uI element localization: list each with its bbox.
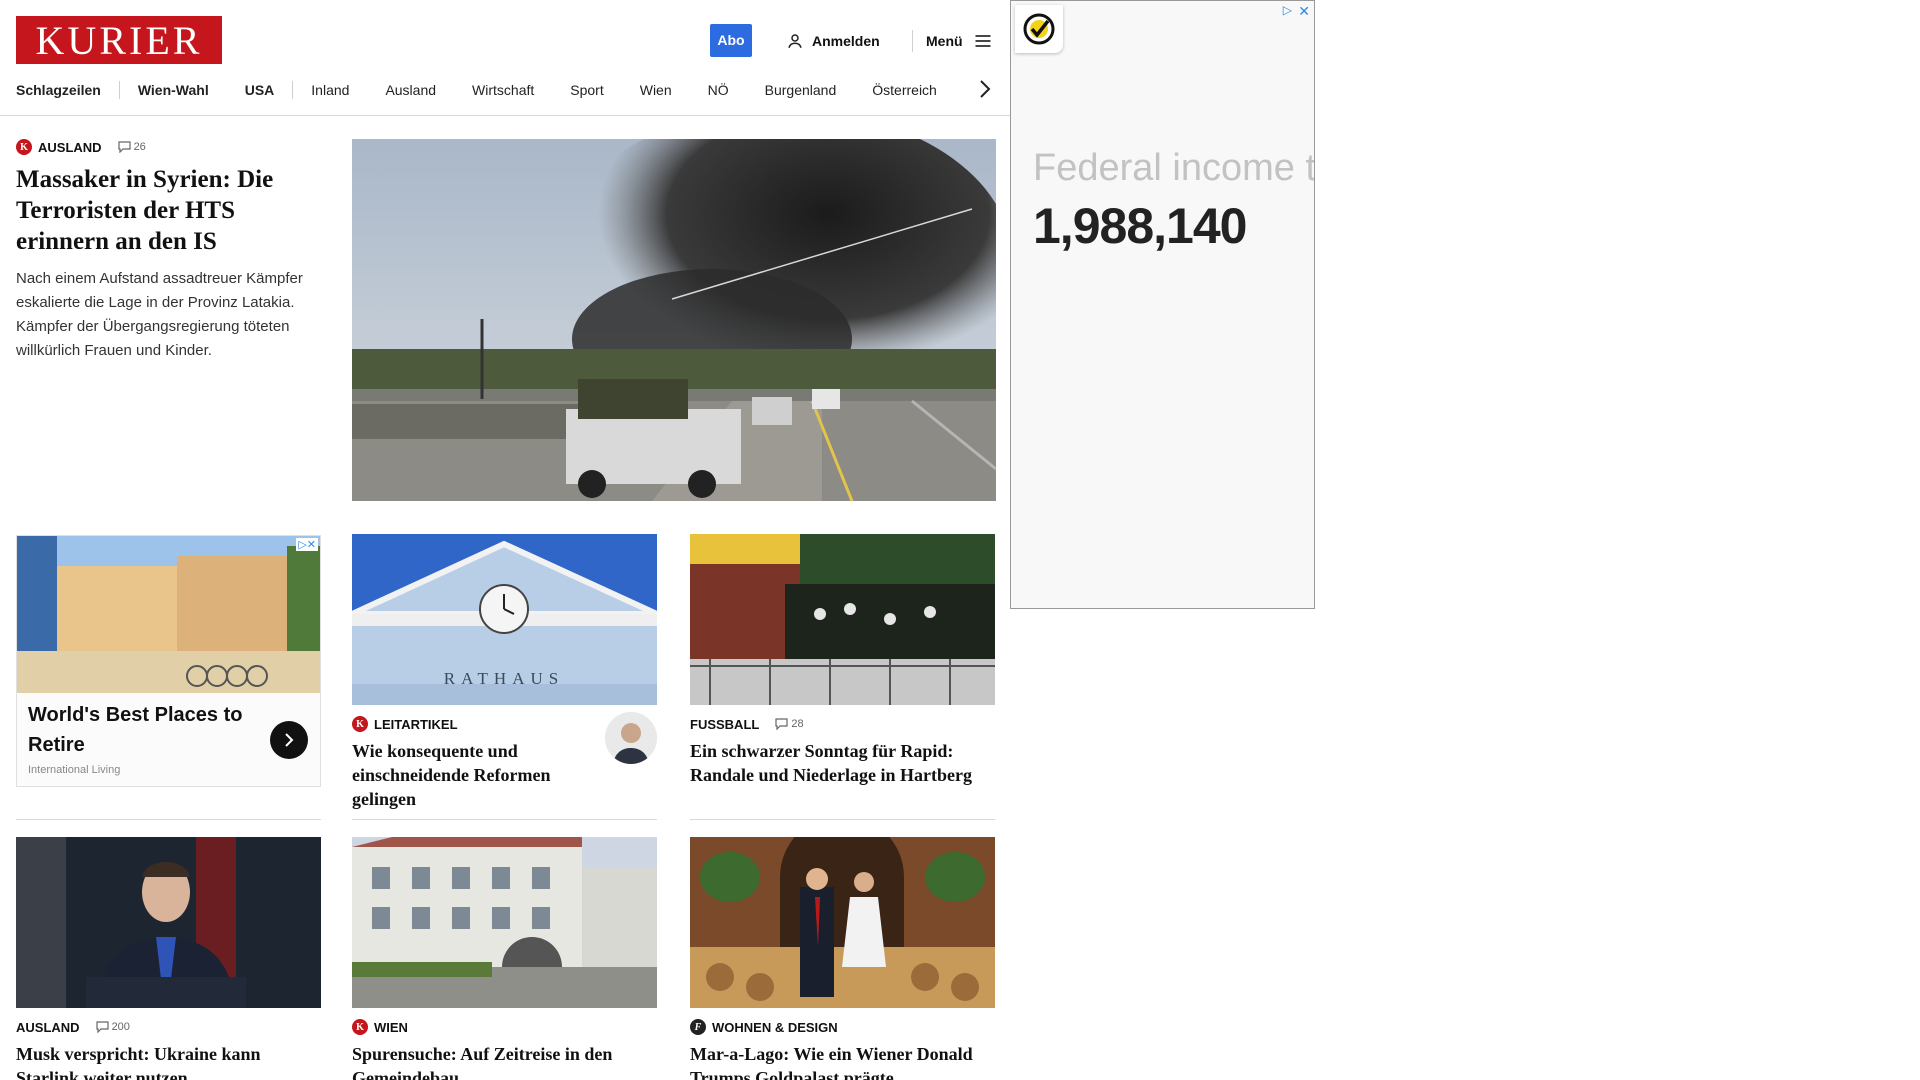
comment-count-value: 28 [791, 718, 804, 730]
lead-photo[interactable] [352, 139, 996, 501]
nav-divider [118, 81, 120, 99]
comment-count[interactable]: 26 [117, 141, 146, 153]
menu-divider [912, 30, 913, 52]
menu-label: Menü [926, 32, 963, 49]
nav-item-sport[interactable]: Sport [570, 82, 603, 98]
abo-button[interactable]: Abo [710, 24, 752, 57]
nav-item-usa[interactable]: USA [245, 82, 275, 98]
checkmark-icon [1023, 13, 1055, 45]
ad-close-icon[interactable]: ✕ [1298, 3, 1310, 20]
row-divider [352, 819, 657, 820]
kurier-plus-icon: K [352, 716, 368, 732]
article-kicker: FUSSBALL 28 [690, 715, 995, 733]
lead-photo-illustration [352, 139, 996, 501]
mar-a-lago-photo-illustration [690, 837, 995, 1008]
kurier-logo[interactable]: KURIER [16, 16, 222, 64]
article-card[interactable]: K WIEN Spurensuche: Auf Zeitreise in den… [352, 837, 657, 1080]
musk-photo-illustration [16, 837, 321, 1008]
kicker-label: WOHNEN & DESIGN [712, 1019, 838, 1035]
article-card[interactable]: f WOHNEN & DESIGN Mar-a-Lago: Wie ein Wi… [690, 837, 995, 1080]
article-photo [690, 837, 995, 1008]
login-button[interactable]: Anmelden [786, 24, 880, 57]
ad-brand-logo [1015, 5, 1063, 53]
article-photo [16, 837, 321, 1008]
author-avatar [605, 712, 657, 764]
row-divider [16, 819, 321, 820]
article-headline[interactable]: Mar-a-Lago: Wie ein Wiener Donald Trumps… [690, 1042, 995, 1080]
chevron-right-icon[interactable] [976, 78, 994, 100]
nav-divider [292, 81, 294, 99]
sponsored-card[interactable]: ▷✕ World's Best Places to Retire Interna… [16, 535, 321, 787]
article-headline[interactable]: Spurensuche: Auf Zeitreise in den Gemein… [352, 1042, 657, 1080]
ad-headline: Federal income t [1033, 147, 1315, 189]
nav-item-schlagzeilen[interactable]: Schlagzeilen [16, 82, 101, 98]
lead-headline[interactable]: Massaker in Syrien: Die Terroristen der … [16, 164, 326, 257]
article-kicker: f WOHNEN & DESIGN [690, 1018, 995, 1036]
sponsored-photo: ▷✕ [17, 536, 320, 693]
sidebar-ad[interactable]: ▷ ✕ Federal income t 1,988,140 [1010, 0, 1315, 609]
comment-icon [775, 718, 788, 730]
freizeit-icon: f [690, 1019, 706, 1035]
comment-count-value: 26 [133, 141, 146, 153]
kicker-label: FUSSBALL [690, 716, 760, 732]
nav-item-wien[interactable]: Wien [640, 82, 672, 98]
kurier-plus-icon: K [352, 1019, 368, 1035]
comment-count[interactable]: 28 [775, 718, 804, 730]
lead-article[interactable]: K AUSLAND 26 Massaker in Syrien: Die Ter… [16, 138, 326, 363]
nav-item-burgenland[interactable]: Burgenland [765, 82, 837, 98]
menu-button[interactable]: Menü [926, 24, 993, 57]
comment-icon [95, 1021, 109, 1033]
nav-item-oesterreich[interactable]: Österreich [872, 82, 937, 98]
kicker-label: WIEN [374, 1019, 408, 1035]
user-icon [788, 33, 802, 48]
gemeindebau-photo-illustration [352, 837, 657, 1008]
chevron-right-icon [285, 733, 294, 747]
sponsored-photo-illustration [17, 536, 320, 693]
sponsored-source: International Living [28, 764, 121, 776]
nav-item-wien-wahl[interactable]: Wien-Wahl [138, 82, 209, 98]
category-nav: Schlagzeilen Wien-Wahl USA Inland Auslan… [16, 80, 973, 100]
article-headline[interactable]: Musk verspricht: Ukraine kann Starlink w… [16, 1042, 321, 1080]
article-photo: RATHAUS [352, 534, 657, 705]
sponsored-arrow-button[interactable] [270, 721, 308, 759]
rathaus-sign: RATHAUS [444, 669, 564, 688]
ad-close-icon[interactable]: ▷✕ [296, 538, 318, 551]
kicker-label: AUSLAND [16, 1019, 80, 1035]
article-headline[interactable]: Ein schwarzer Sonntag für Rapid: Randale… [690, 739, 995, 787]
nav-item-ausland[interactable]: Ausland [385, 82, 436, 98]
kurier-plus-icon: K [16, 139, 32, 155]
article-kicker: AUSLAND 200 [16, 1018, 321, 1036]
kicker-label: AUSLAND [38, 139, 102, 155]
rathaus-photo-illustration: RATHAUS [352, 534, 657, 705]
article-card[interactable]: FUSSBALL 28 Ein schwarzer Sonntag für Ra… [690, 534, 995, 787]
comment-count[interactable]: 200 [95, 1021, 130, 1033]
nav-item-noe[interactable]: NÖ [708, 82, 729, 98]
kicker-label: LEITARTIKEL [374, 716, 458, 732]
article-photo [352, 837, 657, 1008]
comment-icon [117, 141, 131, 153]
ad-choices-icon[interactable]: ▷ [1283, 3, 1292, 17]
article-kicker: K AUSLAND 26 [16, 138, 326, 156]
lead-teaser: Nach einem Aufstand assadtreuer Kämpfer … [16, 270, 303, 359]
hamburger-icon [975, 34, 991, 47]
row-divider [690, 819, 995, 820]
site-header: KURIER Abo Anmelden Menü Schlagzeilen Wi… [0, 0, 1010, 116]
article-headline[interactable]: Wie konsequente und einschneidende Refor… [352, 739, 592, 811]
article-card[interactable]: AUSLAND 200 Musk verspricht: Ukraine kan… [16, 837, 321, 1080]
nav-item-inland[interactable]: Inland [311, 82, 349, 98]
article-photo [690, 534, 995, 705]
article-card[interactable]: RATHAUS K LEITARTIKEL Wie konsequente un… [352, 534, 657, 811]
sponsored-title[interactable]: World's Best Places to Retire [28, 700, 258, 760]
login-label: Anmelden [812, 32, 880, 49]
ad-number: 1,988,140 [1033, 198, 1247, 254]
fans-photo-illustration [690, 534, 995, 705]
nav-item-wirtschaft[interactable]: Wirtschaft [472, 82, 534, 98]
comment-count-value: 200 [111, 1021, 130, 1033]
article-kicker: K WIEN [352, 1018, 657, 1036]
